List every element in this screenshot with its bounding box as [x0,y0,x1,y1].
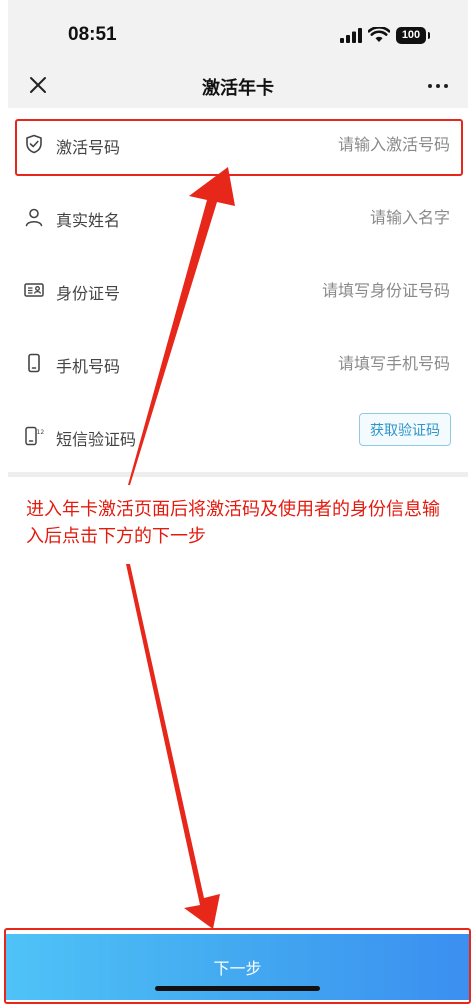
annotation-text: 进入年卡激活页面后将激活码及使用者的身份信息输入后点击下方的下一步 [26,499,440,547]
arrow-up [128,167,235,485]
arrow-down [126,564,220,929]
home-indicator [155,986,320,991]
